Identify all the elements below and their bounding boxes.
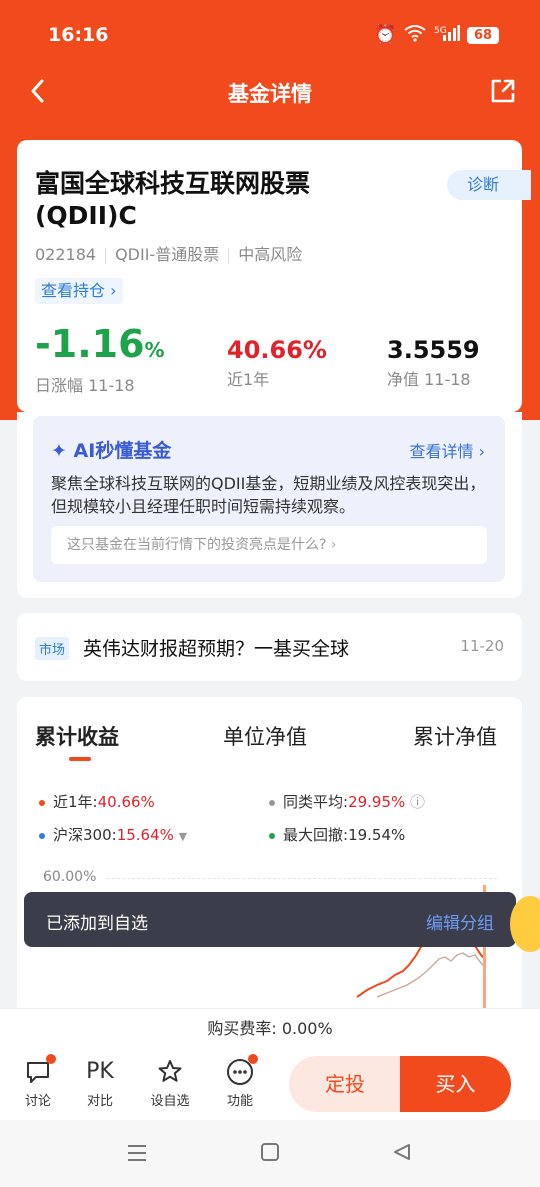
status-time: 16:16	[48, 24, 109, 46]
fund-meta: 022184 QDII-普通股票 中高风险	[35, 241, 302, 265]
fund-type: QDII-普通股票	[115, 245, 220, 264]
divider	[228, 247, 230, 264]
fund-code: 022184	[35, 245, 97, 264]
ai-summary-box: ✦ AI秒懂基金 查看详情 › 聚焦全球科技互联网的QDII基金，短期业绩及风控…	[33, 416, 505, 582]
pk-icon: PK	[86, 1059, 114, 1084]
notification-dot	[46, 1054, 56, 1064]
legend-item: 近1年:40.66%	[39, 791, 155, 812]
dropdown-icon: ▼	[178, 830, 188, 843]
add-watchlist-label: 设自选	[150, 1094, 190, 1109]
gridline	[107, 878, 497, 879]
fixed-investment-button[interactable]: 定投	[289, 1056, 401, 1112]
share-icon	[491, 79, 515, 103]
daily-change-value: -1.16	[35, 322, 145, 366]
bottom-action-bar: 讨论 PK 对比 设自选 功能 定投 买入	[0, 1048, 540, 1120]
nav-value: 3.5559	[387, 336, 480, 364]
legend-item: 同类平均:29.95% ⓘ	[269, 791, 425, 812]
news-headline: 英伟达财报超预期？一基买全球	[83, 638, 350, 660]
compare-label: 对比	[86, 1094, 113, 1109]
legend-label: 最大回撤:	[283, 826, 349, 844]
legend-value: 40.66%	[97, 793, 155, 811]
tab-cumulative-return[interactable]: 累计收益	[35, 721, 119, 751]
news-item[interactable]: 市场 英伟达财报超预期？一基买全球 11-20	[17, 613, 522, 681]
year-return-stat: 40.66% 近1年	[227, 336, 327, 390]
chevron-right-icon: ›	[330, 537, 337, 553]
discuss-button[interactable]: 讨论	[14, 1054, 62, 1109]
more-functions-button[interactable]: 功能	[216, 1054, 264, 1109]
sparkle-icon: ✦	[51, 440, 67, 462]
chevron-right-icon: ›	[110, 281, 117, 300]
ai-title-text: AI秒懂基金	[73, 440, 172, 462]
ai-question-prompt[interactable]: 这只基金在当前行情下的投资亮点是什么? ›	[51, 526, 487, 564]
status-bar: 16:16 ⏰ 5G 68	[0, 0, 540, 70]
chat-icon	[24, 1054, 56, 1086]
legend-value: 29.95%	[348, 793, 406, 811]
legend-dot	[269, 799, 275, 806]
legend-item: 最大回撤:19.54%	[269, 824, 405, 845]
ai-more-label: 查看详情	[409, 442, 474, 461]
add-watchlist-button[interactable]: 设自选	[146, 1058, 194, 1109]
legend-dot	[39, 799, 45, 806]
legend-label: 近1年:	[53, 793, 98, 811]
fund-name: 富国全球科技互联网股票(QDII)C	[35, 169, 311, 230]
daily-change-stat: -1.16% 日涨幅 11-18	[35, 324, 165, 396]
edit-group-link[interactable]: 编辑分组	[426, 909, 494, 934]
divider	[105, 247, 107, 264]
menu-icon[interactable]	[126, 1142, 148, 1168]
legend-value: 15.64%	[116, 826, 174, 844]
battery-indicator: 68	[467, 27, 499, 44]
legend-value: 19.54%	[348, 826, 406, 844]
page-title: 基金详情	[228, 82, 312, 106]
tab-unit-nav[interactable]: 单位净值	[223, 721, 307, 751]
chevron-right-icon: ›	[478, 442, 485, 461]
ai-more-link[interactable]: 查看详情 ›	[409, 438, 485, 462]
news-tag: 市场	[35, 637, 70, 660]
back-triangle-icon[interactable]	[392, 1142, 412, 1166]
system-nav-bar	[0, 1120, 540, 1187]
nav-stat: 3.5559 净值 11-18	[387, 336, 480, 390]
info-icon[interactable]: ⓘ	[410, 793, 425, 811]
series-line-average	[376, 952, 486, 998]
news-date: 11-20	[460, 637, 504, 655]
wifi-icon	[404, 24, 426, 47]
more-functions-label: 功能	[226, 1094, 253, 1109]
ai-section: ✦ AI秒懂基金 查看详情 › 聚焦全球科技互联网的QDII基金，短期业绩及风控…	[17, 412, 522, 598]
holdings-label: 查看持仓	[41, 281, 106, 300]
ai-title: ✦ AI秒懂基金	[51, 436, 171, 463]
active-tab-indicator	[69, 757, 91, 761]
toast-notification: 已添加到自选 编辑分组	[24, 892, 516, 947]
view-holdings-button[interactable]: 查看持仓 ›	[35, 278, 123, 304]
discuss-label: 讨论	[24, 1094, 51, 1109]
fund-info-card: 富国全球科技互联网股票(QDII)C 诊断 022184 QDII-普通股票 中高风…	[17, 140, 531, 412]
notification-dot	[248, 1054, 258, 1064]
ai-question-text: 这只基金在当前行情下的投资亮点是什么?	[67, 537, 327, 553]
legend-dot	[269, 832, 275, 839]
y-axis-tick: 60.00%	[43, 869, 97, 885]
year-return-label: 近1年	[227, 370, 270, 389]
ai-description: 聚焦全球科技互联网的QDII基金，短期业绩及风控表现突出，但规模较小且经理任职时…	[51, 474, 486, 516]
home-icon[interactable]	[260, 1142, 280, 1166]
buy-button[interactable]: 买入	[400, 1056, 511, 1112]
signal-icon	[442, 24, 460, 47]
tab-cumulative-nav[interactable]: 累计净值	[413, 721, 497, 751]
legend-item[interactable]: 沪深300:15.64% ▼	[39, 824, 187, 845]
legend-label: 沪深300:	[53, 826, 117, 844]
daily-change-unit: %	[144, 338, 165, 362]
fund-risk: 中高风险	[238, 245, 303, 264]
daily-change-label: 日涨幅 11-18	[35, 376, 135, 395]
toast-message: 已添加到自选	[46, 914, 148, 934]
legend-label: 同类平均:	[283, 793, 349, 811]
share-button[interactable]	[488, 76, 518, 106]
compare-button[interactable]: PK 对比	[76, 1058, 124, 1109]
star-icon	[156, 1058, 184, 1086]
diagnose-button[interactable]: 诊断	[447, 170, 531, 200]
alarm-icon: ⏰	[374, 24, 397, 45]
purchase-fee: 购买费率: 0.00%	[0, 1008, 540, 1048]
chart-card: 累计收益 单位净值 累计净值 近1年:40.66% 同类平均:29.95% ⓘ …	[17, 697, 522, 1017]
year-return-value: 40.66%	[227, 336, 327, 364]
more-icon	[226, 1054, 258, 1086]
nav-label: 净值 11-18	[387, 370, 471, 389]
legend-dot	[39, 832, 45, 839]
top-bar: 基金详情	[0, 70, 540, 118]
